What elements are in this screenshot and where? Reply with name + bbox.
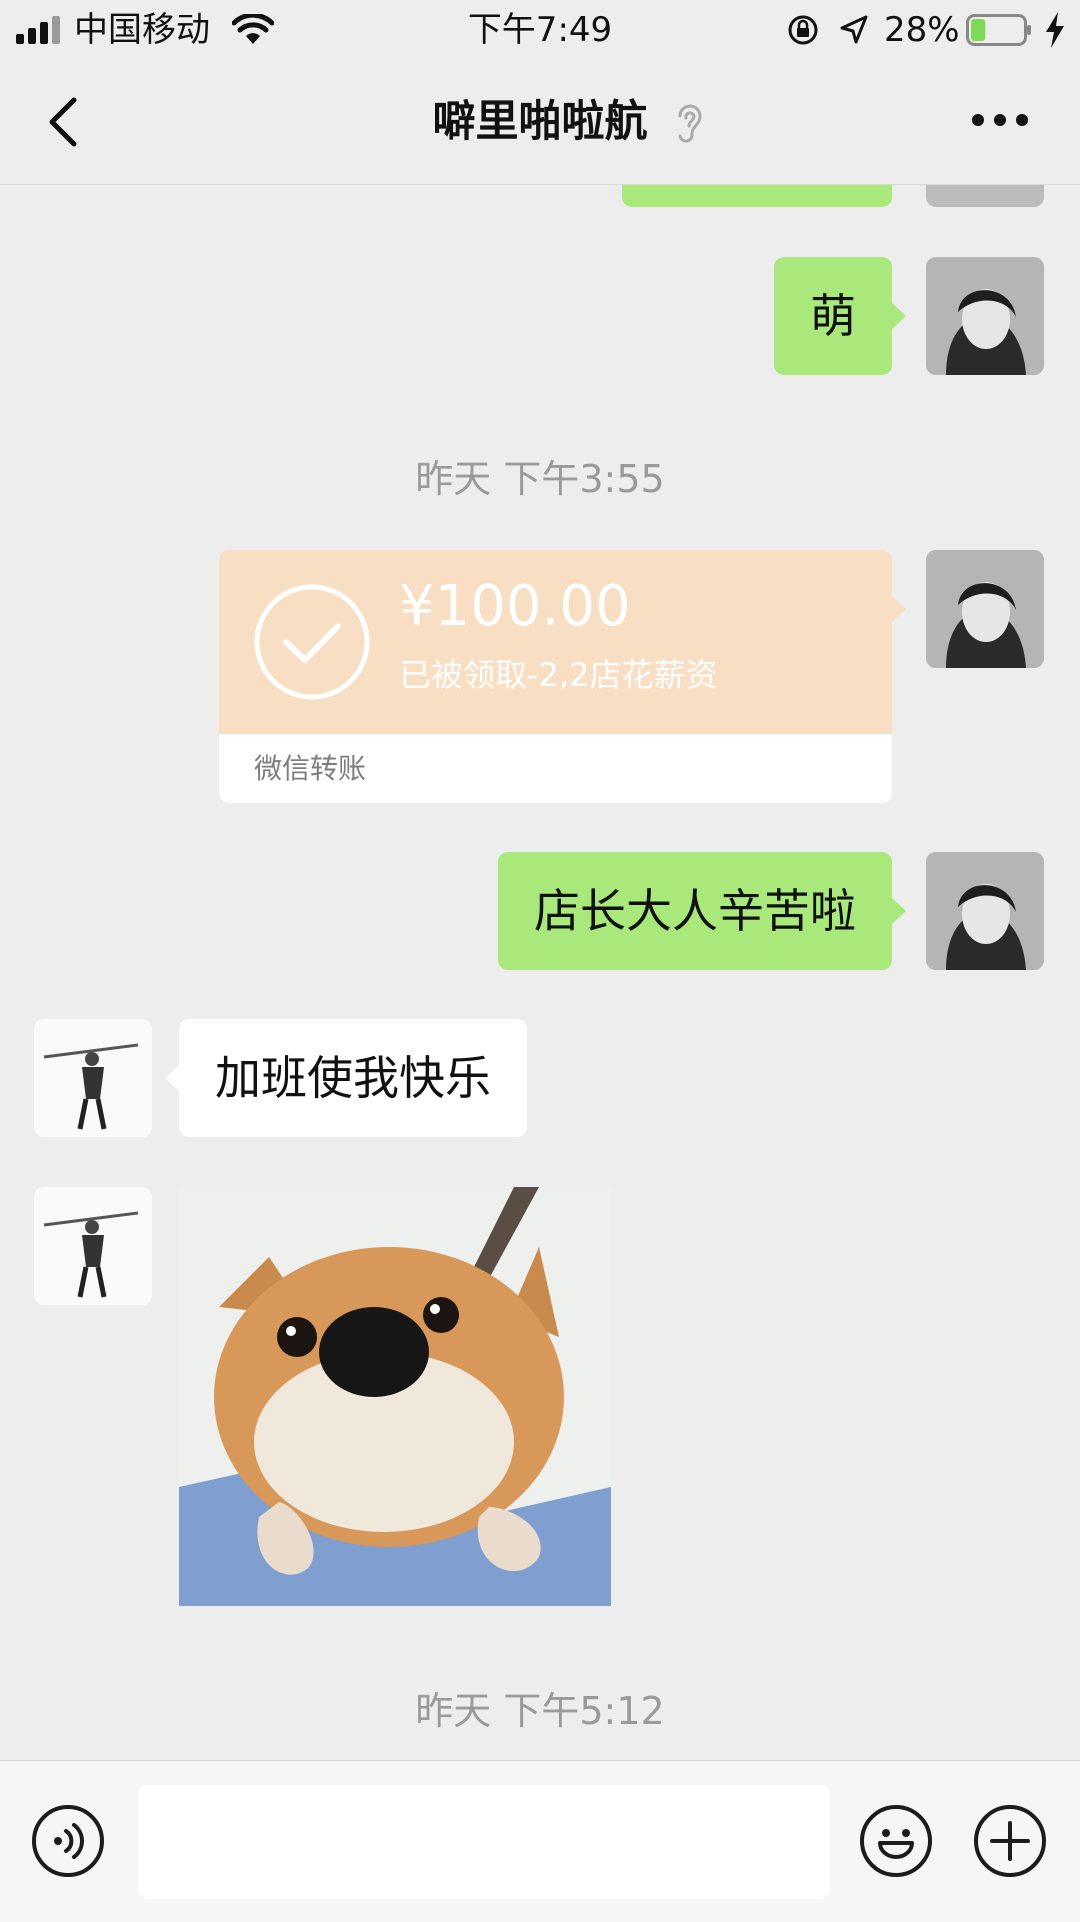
avatar[interactable]: [34, 1187, 152, 1305]
avatar[interactable]: [926, 257, 1044, 375]
message-input[interactable]: [138, 1785, 830, 1899]
orientation-lock-icon: [788, 15, 818, 45]
avatar[interactable]: [926, 550, 1044, 668]
timestamp: 昨天 下午5:12: [415, 1689, 665, 1733]
transfer-status: 已被领取-2,2店花薪资: [399, 656, 718, 694]
transfer-card-footer: 微信转账: [219, 734, 892, 803]
timestamp: 昨天 下午3:55: [415, 457, 665, 501]
voice-icon[interactable]: [32, 1805, 104, 1877]
plus-icon[interactable]: [974, 1805, 1046, 1877]
previous-message-bubble[interactable]: [622, 185, 892, 207]
avatar[interactable]: [926, 852, 1044, 970]
transfer-label: 微信转账: [254, 752, 367, 785]
battery-percent: 28%: [884, 10, 960, 50]
location-icon: [840, 15, 868, 44]
more-dots-icon[interactable]: [970, 112, 1030, 128]
check-circle-icon: [254, 584, 370, 700]
battery-icon: [966, 14, 1032, 46]
status-bar: 中国移动 下午7:49 28%: [0, 0, 1080, 60]
avatar[interactable]: [926, 185, 1044, 207]
ear-icon: [678, 104, 702, 143]
message-bubble-incoming[interactable]: 加班使我快乐: [165, 1019, 527, 1137]
nav-bar: 噼里啪啦航: [0, 60, 1080, 185]
transfer-card-body: ¥100.00 已被领取-2,2店花薪资: [219, 550, 906, 734]
charging-icon: [1046, 12, 1064, 48]
message-bubble-outgoing[interactable]: 店长大人辛苦啦: [498, 852, 906, 970]
emoji-icon[interactable]: [860, 1805, 932, 1877]
transfer-amount: ¥100.00: [399, 574, 631, 639]
chat-title: 噼里啪啦航: [432, 97, 648, 147]
input-bar: [0, 1760, 1080, 1922]
message-bubble-outgoing[interactable]: 萌: [774, 257, 906, 375]
dog-sticker-image[interactable]: [179, 1187, 611, 1606]
transfer-card[interactable]: ¥100.00 已被领取-2,2店花薪资 微信转账: [219, 550, 906, 803]
avatar[interactable]: [34, 1019, 152, 1137]
